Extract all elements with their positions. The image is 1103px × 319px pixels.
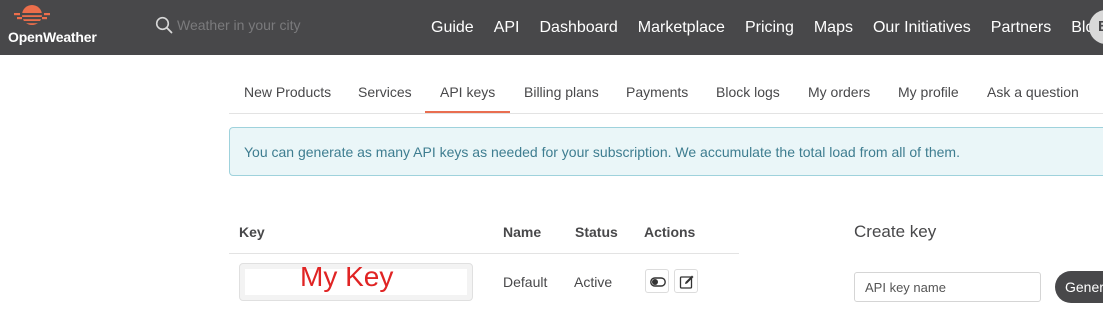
top-navigation-bar: OpenWeather Guide API Dashboard Marketpl… [0,0,1103,55]
nav-marketplace[interactable]: Marketplace [638,19,725,37]
main-nav: Guide API Dashboard Marketplace Pricing … [431,0,1103,55]
info-alert-text: You can generate as many API keys as nee… [244,144,960,160]
api-key-label: My Key [300,261,394,292]
nav-guide[interactable]: Guide [431,19,474,37]
tab-my-orders[interactable]: My orders [793,72,885,113]
key-status-cell: Active [574,274,613,290]
nav-dashboard[interactable]: Dashboard [540,19,618,37]
edit-key-button[interactable] [674,269,698,293]
tab-ask-a-question[interactable]: Ask a question [972,72,1094,113]
info-alert: You can generate as many API keys as nee… [229,127,1103,176]
table-header-divider [229,253,739,254]
toggle-key-button[interactable] [645,269,669,293]
tab-billing-plans[interactable]: Billing plans [509,72,614,113]
search-icon[interactable] [155,16,173,34]
tab-payments[interactable]: Payments [611,72,703,113]
key-name-cell: Default [503,274,548,290]
api-key-name-input[interactable] [854,272,1041,302]
toggle-icon [650,277,666,287]
tab-api-keys[interactable]: API keys [425,72,511,113]
nav-our-initiatives[interactable]: Our Initiatives [873,19,971,37]
openweather-logo[interactable]: OpenWeather [8,4,108,50]
nav-pricing[interactable]: Pricing [745,19,794,37]
tab-new-products[interactable]: New Products [229,72,346,113]
logo-text: OpenWeather [8,29,97,45]
account-tabs: New Products Services API keys Billing p… [229,72,1103,114]
generate-key-button[interactable]: Generate [1055,271,1103,303]
edit-icon [679,275,694,289]
nav-api[interactable]: API [494,19,520,37]
column-header-name: Name [503,224,542,240]
search-input[interactable] [177,14,377,36]
page: OpenWeather Guide API Dashboard Marketpl… [0,0,1103,319]
column-header-actions: Actions [644,224,696,240]
nav-maps[interactable]: Maps [814,19,853,37]
sun-logo-icon [13,5,51,25]
city-search [155,14,385,40]
create-key-title: Create key [854,222,937,241]
column-header-status: Status [575,224,618,240]
column-header-key: Key [239,224,265,240]
tab-block-logs[interactable]: Block logs [701,72,795,113]
nav-partners[interactable]: Partners [991,19,1051,37]
tab-services[interactable]: Services [343,72,427,113]
tab-my-profile[interactable]: My profile [883,72,974,113]
